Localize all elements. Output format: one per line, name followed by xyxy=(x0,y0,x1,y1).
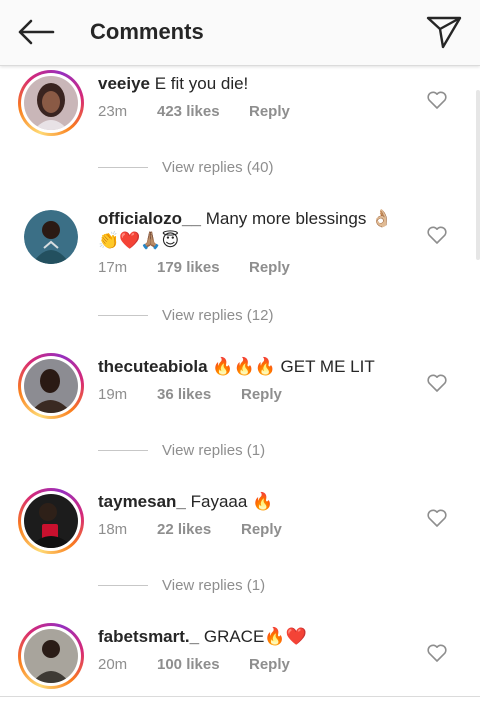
page-title: Comments xyxy=(90,19,204,44)
avatar[interactable] xyxy=(18,353,84,419)
comment-username[interactable]: fabetsmart._ xyxy=(98,627,199,646)
comment-likes[interactable]: 423 likes xyxy=(157,103,249,120)
comment-likes[interactable]: 179 likes xyxy=(157,259,249,276)
comment-username[interactable]: veeiye xyxy=(98,74,150,93)
scrollbar[interactable] xyxy=(476,90,480,260)
view-replies-label: View replies (12) xyxy=(162,306,274,324)
reply-button[interactable]: Reply xyxy=(249,656,290,673)
avatar[interactable] xyxy=(18,623,84,689)
comment-likes[interactable]: 36 likes xyxy=(157,386,241,403)
comment-meta: 18m 22 likes Reply xyxy=(98,521,282,538)
view-replies-label: View replies (1) xyxy=(162,441,266,459)
view-replies-button[interactable]: View replies (1) xyxy=(98,575,398,595)
comment-text: thecuteabiola 🔥🔥🔥 GET ME LIT xyxy=(98,356,398,378)
comment-time: 19m xyxy=(98,386,128,403)
comment-time: 20m xyxy=(98,656,128,673)
comment-text: officialozo__ Many more blessings 👌🏼 👏❤️… xyxy=(98,208,398,252)
comment-username[interactable]: officialozo__ xyxy=(98,209,201,228)
heart-icon xyxy=(427,509,447,527)
comment-text: taymesan_ Fayaaa 🔥 xyxy=(98,491,398,513)
divider xyxy=(98,166,148,168)
comment-username[interactable]: taymesan_ xyxy=(98,492,186,511)
share-button[interactable] xyxy=(422,10,466,54)
avatar[interactable] xyxy=(18,70,84,136)
heart-icon xyxy=(427,91,447,109)
comment-body: GRACE🔥❤️ xyxy=(203,627,307,646)
comment-text: fabetsmart._ GRACE🔥❤️ xyxy=(98,626,398,648)
like-button[interactable] xyxy=(426,89,448,111)
divider xyxy=(98,584,148,586)
avatar[interactable] xyxy=(24,210,78,264)
view-replies-button[interactable]: View replies (1) xyxy=(98,440,398,460)
heart-icon xyxy=(427,226,447,244)
comment-meta: 19m 36 likes Reply xyxy=(98,386,282,403)
heart-icon xyxy=(427,374,447,392)
comment-body: Fayaaa 🔥 xyxy=(190,492,274,511)
like-button[interactable] xyxy=(426,642,448,664)
view-replies-label: View replies (1) xyxy=(162,576,266,594)
reply-button[interactable]: Reply xyxy=(241,386,282,403)
view-replies-button[interactable]: View replies (12) xyxy=(98,305,398,325)
avatar[interactable] xyxy=(18,488,84,554)
view-replies-button[interactable]: View replies (40) xyxy=(98,157,398,177)
divider xyxy=(98,314,148,316)
reply-button[interactable]: Reply xyxy=(241,521,282,538)
heart-icon xyxy=(427,644,447,662)
paper-plane-icon xyxy=(426,16,462,49)
divider xyxy=(98,449,148,451)
comment-meta: 20m 100 likes Reply xyxy=(98,656,290,673)
like-button[interactable] xyxy=(426,507,448,529)
comment-time: 23m xyxy=(98,103,128,120)
header-bar: Comments xyxy=(0,0,480,66)
comment-likes[interactable]: 100 likes xyxy=(157,656,249,673)
reply-button[interactable]: Reply xyxy=(249,259,290,276)
divider xyxy=(0,696,480,697)
comment-username[interactable]: thecuteabiola xyxy=(98,357,208,376)
view-replies-label: View replies (40) xyxy=(162,158,274,176)
comment-body: E fit you die! xyxy=(154,74,249,93)
comment-time: 17m xyxy=(98,259,128,276)
reply-button[interactable]: Reply xyxy=(249,103,290,120)
like-button[interactable] xyxy=(426,372,448,394)
back-button[interactable] xyxy=(14,14,58,50)
comment-meta: 23m 423 likes Reply xyxy=(98,103,290,120)
comment-meta: 17m 179 likes Reply xyxy=(98,259,290,276)
like-button[interactable] xyxy=(426,224,448,246)
comment-time: 18m xyxy=(98,521,128,538)
comment-likes[interactable]: 22 likes xyxy=(157,521,241,538)
comment-body: 🔥🔥🔥 GET ME LIT xyxy=(212,357,375,376)
comment-text: veeiye E fit you die! xyxy=(98,73,398,95)
arrow-left-icon xyxy=(18,19,55,45)
